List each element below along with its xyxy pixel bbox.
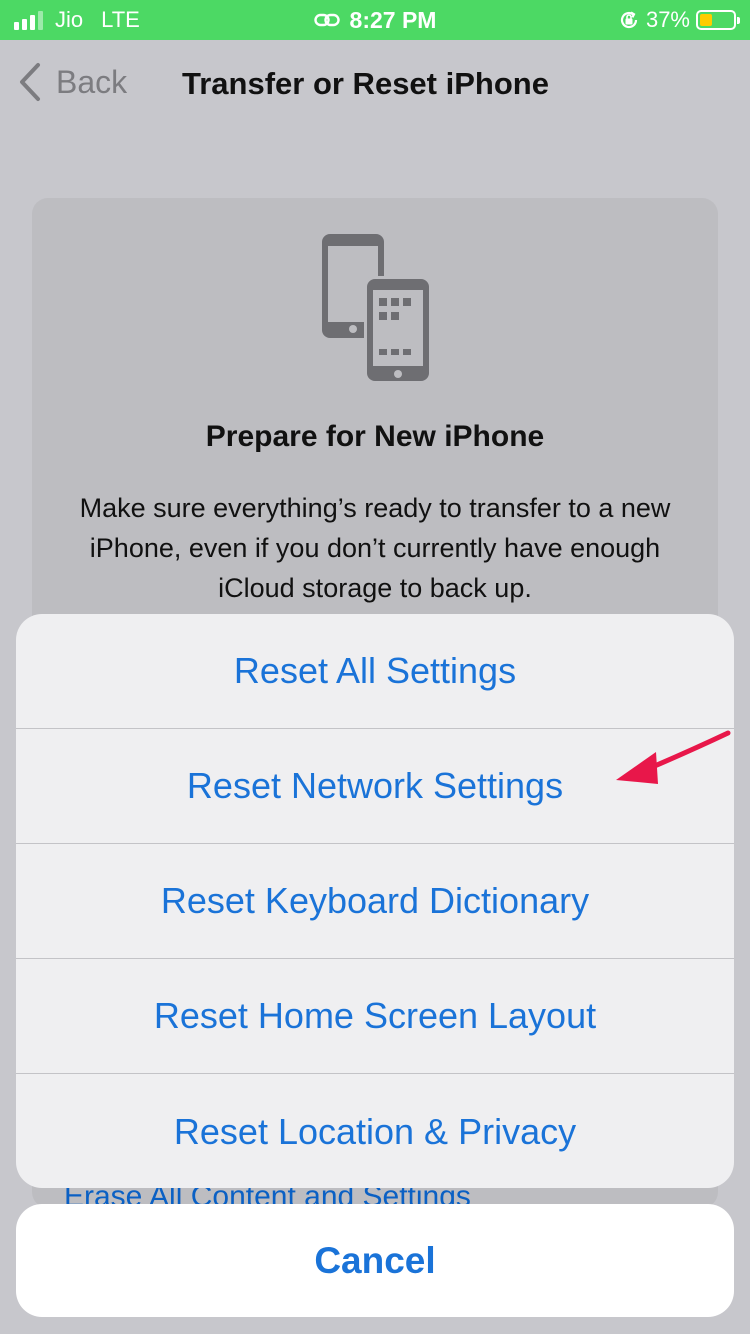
navigation-bar: Back Transfer or Reset iPhone — [0, 40, 750, 130]
annotation-arrow-icon — [616, 730, 731, 784]
status-bar: Jio LTE 8:27 PM 37% — [0, 0, 750, 40]
reset-action-sheet: Reset All Settings Reset Network Setting… — [16, 614, 734, 1188]
battery-percent: 37% — [645, 7, 690, 32]
battery-fill — [700, 14, 712, 26]
battery-nub — [737, 17, 740, 24]
orientation-lock-icon — [620, 11, 638, 29]
link-icon — [313, 13, 340, 27]
chevron-left-icon — [20, 63, 40, 101]
reset-all-settings-button[interactable]: Reset All Settings — [16, 614, 734, 729]
status-right: 37% — [618, 0, 740, 40]
card-title: Prepare for New iPhone — [205, 420, 545, 453]
battery-icon — [696, 10, 740, 30]
status-time: 8:27 PM — [349, 6, 437, 33]
reset-home-screen-layout-button[interactable]: Reset Home Screen Layout — [16, 959, 734, 1074]
page-title: Transfer or Reset iPhone — [182, 66, 549, 101]
reset-keyboard-dictionary-button[interactable]: Reset Keyboard Dictionary — [16, 844, 734, 959]
cancel-button[interactable]: Cancel — [16, 1204, 734, 1317]
back-label: Back — [56, 63, 128, 100]
card-description: Make sure everything’s ready to transfer… — [79, 493, 671, 603]
back-button[interactable]: Back — [18, 62, 127, 102]
transfer-devices-icon — [322, 234, 432, 384]
reset-location-privacy-button[interactable]: Reset Location & Privacy — [16, 1074, 734, 1188]
